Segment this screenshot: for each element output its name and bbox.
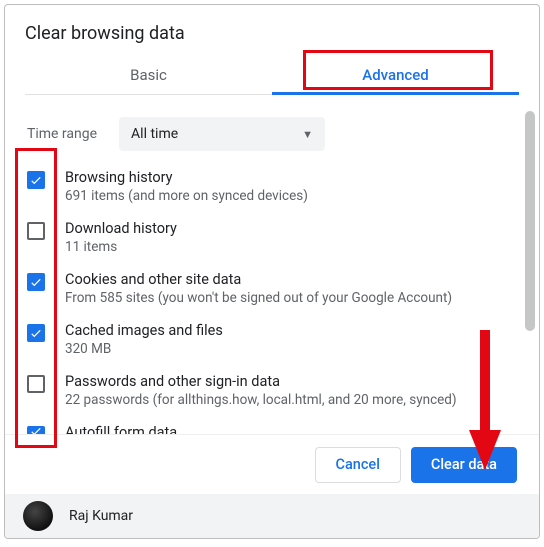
option-subtitle: From 585 sites (you won't be signed out …: [65, 290, 452, 306]
option-cookies: Cookies and other site data From 585 sit…: [27, 271, 517, 306]
footer: Cancel Clear data: [5, 434, 539, 494]
option-text: Download history 11 items: [65, 220, 177, 255]
option-title: Cached images and files: [65, 322, 223, 339]
checkbox-passwords[interactable]: [27, 375, 45, 393]
time-range-select[interactable]: All time ▼: [119, 117, 325, 151]
option-title: Passwords and other sign-in data: [65, 373, 457, 390]
time-range-row: Time range All time ▼: [27, 117, 517, 151]
dialog-body: Time range All time ▼ Browsing history 6…: [5, 101, 539, 451]
checkbox-browsing-history[interactable]: [27, 171, 45, 189]
chevron-down-icon: ▼: [302, 128, 313, 141]
option-text: Cached images and files 320 MB: [65, 322, 223, 357]
option-text: Browsing history 691 items (and more on …: [65, 169, 308, 204]
option-download-history: Download history 11 items: [27, 220, 517, 255]
tab-basic[interactable]: Basic: [25, 54, 272, 95]
option-subtitle: 11 items: [65, 239, 177, 255]
scrollbar[interactable]: [525, 111, 535, 331]
header: Clear browsing data Basic Advanced: [5, 5, 539, 101]
option-title: Browsing history: [65, 169, 308, 186]
check-icon: [29, 326, 43, 340]
option-subtitle: 320 MB: [65, 341, 223, 357]
avatar: [23, 501, 53, 531]
options-list: Browsing history 691 items (and more on …: [27, 169, 517, 442]
user-bar: Raj Kumar: [5, 494, 539, 538]
tab-advanced[interactable]: Advanced: [272, 54, 519, 95]
checkbox-cached-images[interactable]: [27, 324, 45, 342]
checkbox-download-history[interactable]: [27, 222, 45, 240]
option-subtitle: 22 passwords (for allthings.how, local.h…: [65, 392, 457, 408]
time-range-value: All time: [131, 126, 178, 142]
option-title: Download history: [65, 220, 177, 237]
option-passwords: Passwords and other sign-in data 22 pass…: [27, 373, 517, 408]
dialog-title: Clear browsing data: [25, 23, 519, 44]
user-name: Raj Kumar: [69, 508, 133, 524]
option-text: Passwords and other sign-in data 22 pass…: [65, 373, 457, 408]
option-title: Cookies and other site data: [65, 271, 452, 288]
time-range-label: Time range: [27, 126, 97, 142]
tabs: Basic Advanced: [25, 54, 519, 95]
check-icon: [29, 173, 43, 187]
checkbox-cookies[interactable]: [27, 273, 45, 291]
option-text: Cookies and other site data From 585 sit…: [65, 271, 452, 306]
clear-browsing-data-dialog: Clear browsing data Basic Advanced Time …: [4, 4, 540, 539]
cancel-button[interactable]: Cancel: [315, 447, 401, 483]
check-icon: [29, 275, 43, 289]
clear-data-button[interactable]: Clear data: [411, 447, 517, 483]
option-browsing-history: Browsing history 691 items (and more on …: [27, 169, 517, 204]
option-cached-images: Cached images and files 320 MB: [27, 322, 517, 357]
option-subtitle: 691 items (and more on synced devices): [65, 188, 308, 204]
